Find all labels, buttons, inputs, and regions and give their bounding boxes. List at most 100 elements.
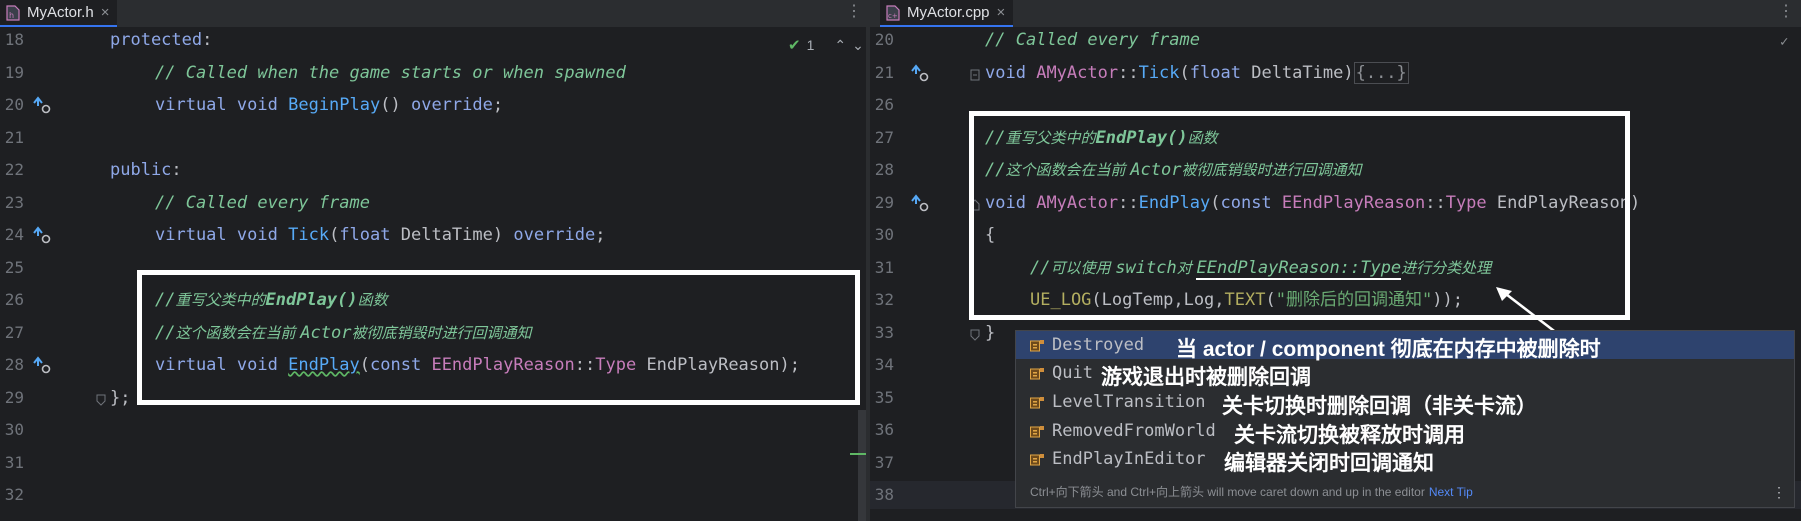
line-number: 36 — [874, 420, 894, 439]
completion-name: Quit — [1052, 363, 1093, 383]
fold-icon[interactable] — [96, 391, 106, 406]
fold-icon[interactable] — [970, 66, 980, 81]
line-number: 28 — [4, 355, 24, 374]
line-number: 19 — [4, 63, 24, 82]
completion-name: EndPlayInEditor — [1052, 449, 1206, 469]
code-text[interactable]: // Called every frame — [155, 189, 370, 217]
tab-myactor-h[interactable]: h MyActor.h × — [0, 0, 118, 27]
override-method-icon[interactable] — [910, 193, 930, 213]
code-text[interactable]: // Called every frame — [985, 26, 1200, 54]
code-line: 18 protected: — [0, 26, 866, 54]
completion-item-removedfromworld[interactable]: RemovedFromWorld 关卡流切换被释放时调用 — [1016, 417, 1794, 447]
code-text[interactable]: // Called when the game starts or when s… — [155, 59, 626, 87]
completion-name: RemovedFromWorld — [1052, 421, 1216, 441]
close-tab-icon[interactable]: × — [997, 4, 1006, 21]
code-line: 31 — [0, 449, 866, 477]
annotation-note: 关卡切换时删除回调（非关卡流） — [1222, 395, 1537, 418]
code-text[interactable]: virtual void Tick(float DeltaTime) overr… — [155, 221, 606, 249]
tab-filename: MyActor.cpp — [907, 4, 990, 21]
line-number: 21 — [4, 128, 24, 147]
enum-constant-icon — [1030, 424, 1045, 438]
completion-item-quit[interactable]: Quit 游戏退出时被删除回调 — [1016, 359, 1794, 389]
more-icon[interactable]: ⋮ — [1778, 3, 1794, 21]
code-line: 23 // Called every frame — [0, 189, 866, 217]
line-number: 32 — [4, 485, 24, 504]
completion-name: LevelTransition — [1052, 392, 1206, 412]
header-file-icon: h — [6, 4, 20, 21]
code-line: 21 — [0, 124, 866, 152]
code-text[interactable]: } — [985, 319, 995, 347]
tab-filename: MyActor.h — [27, 4, 94, 21]
code-line: 22 public: — [0, 156, 866, 184]
override-method-icon[interactable] — [910, 63, 930, 83]
completion-name: Destroyed — [1052, 335, 1145, 355]
line-number: 25 — [4, 258, 24, 277]
code-line: 20 // Called every frame — [870, 26, 1801, 54]
cpp-file-icon: c+ — [886, 4, 900, 21]
code-text[interactable]: virtual void BeginPlay() override; — [155, 91, 503, 119]
completion-item-leveltransition[interactable]: LevelTransition 关卡切换时删除回调（非关卡流） — [1016, 388, 1794, 418]
next-tip-link[interactable]: Next Tip — [1429, 485, 1473, 499]
line-number: 24 — [4, 225, 24, 244]
code-line: 32 — [0, 481, 866, 509]
line-number: 33 — [874, 323, 894, 342]
line-number: 30 — [4, 420, 24, 439]
code-text[interactable]: }; — [110, 384, 130, 412]
completion-item-destroyed[interactable]: Destroyed 当 actor / component 彻底在内存中被删除时 — [1016, 331, 1794, 361]
completion-footer: Ctrl+向下箭头 and Ctrl+向上箭头 will move caret … — [1030, 483, 1473, 500]
override-method-icon[interactable] — [32, 95, 52, 115]
override-method-icon[interactable] — [32, 355, 52, 375]
enum-constant-icon — [1030, 338, 1045, 352]
code-text[interactable]: void AMyActor::Tick(float DeltaTime) {...… — [985, 59, 1409, 87]
code-completion-popup: Destroyed 当 actor / component 彻底在内存中被删除时… — [1015, 330, 1795, 508]
enum-constant-icon — [1030, 395, 1045, 409]
left-editor-pane: h MyActor.h × ⋮ ✔ 1 ⌃ ⌄ 18 protected: 19… — [0, 0, 866, 521]
line-number: 29 — [874, 193, 894, 212]
line-number: 26 — [874, 95, 894, 114]
enum-constant-icon — [1030, 452, 1045, 466]
line-number: 37 — [874, 453, 894, 472]
line-number: 35 — [874, 388, 894, 407]
svg-text:c+: c+ — [888, 12, 898, 20]
override-method-icon[interactable] — [32, 225, 52, 245]
line-number: 32 — [874, 290, 894, 309]
code-line: 24 virtual void Tick(float DeltaTime) ov… — [0, 221, 866, 249]
fold-icon[interactable] — [970, 326, 980, 341]
code-line: 30 — [0, 416, 866, 444]
completion-item-endplayineditor[interactable]: EndPlayInEditor 编辑器关闭时回调通知 — [1016, 445, 1794, 475]
highlight-box — [137, 270, 860, 405]
enum-constant-icon — [1030, 366, 1045, 380]
annotation-note: 游戏退出时被删除回调 — [1101, 366, 1311, 389]
line-number: 20 — [4, 95, 24, 114]
line-number: 23 — [4, 193, 24, 212]
line-number: 31 — [874, 258, 894, 277]
line-number: 28 — [874, 160, 894, 179]
footer-hint: Ctrl+向下箭头 and Ctrl+向上箭头 will move caret … — [1030, 485, 1425, 499]
line-number: 20 — [874, 30, 894, 49]
svg-text:h: h — [9, 11, 14, 20]
line-number: 30 — [874, 225, 894, 244]
line-number: 31 — [4, 453, 24, 472]
more-icon[interactable]: ⋮ — [846, 3, 862, 21]
line-number: 27 — [874, 128, 894, 147]
line-number: 21 — [874, 63, 894, 82]
folded-region: {...} — [1353, 62, 1409, 84]
annotation-note: 编辑器关闭时回调通知 — [1224, 452, 1434, 475]
line-number: 34 — [874, 355, 894, 374]
code-line: 19 // Called when the game starts or whe… — [0, 59, 866, 87]
code-line: 20 virtual void BeginPlay() override; — [0, 91, 866, 119]
left-tab-bar: h MyActor.h × ⋮ — [0, 0, 866, 28]
code-text[interactable]: protected: — [110, 26, 212, 54]
code-text[interactable]: public: — [110, 156, 182, 184]
code-line: 21 void AMyActor::Tick(float DeltaTime){… — [870, 59, 1801, 87]
tab-myactor-cpp[interactable]: c+ MyActor.cpp × — [880, 0, 1014, 27]
line-number: 27 — [4, 323, 24, 342]
line-number: 26 — [4, 290, 24, 309]
more-icon[interactable]: ⋮ — [1772, 484, 1786, 501]
line-number: 18 — [4, 30, 24, 49]
close-tab-icon[interactable]: × — [101, 4, 110, 21]
right-tab-bar: c+ MyActor.cpp × ⋮ — [870, 0, 1801, 28]
line-number: 38 — [874, 485, 894, 504]
line-number: 22 — [4, 160, 24, 179]
line-number: 29 — [4, 388, 24, 407]
